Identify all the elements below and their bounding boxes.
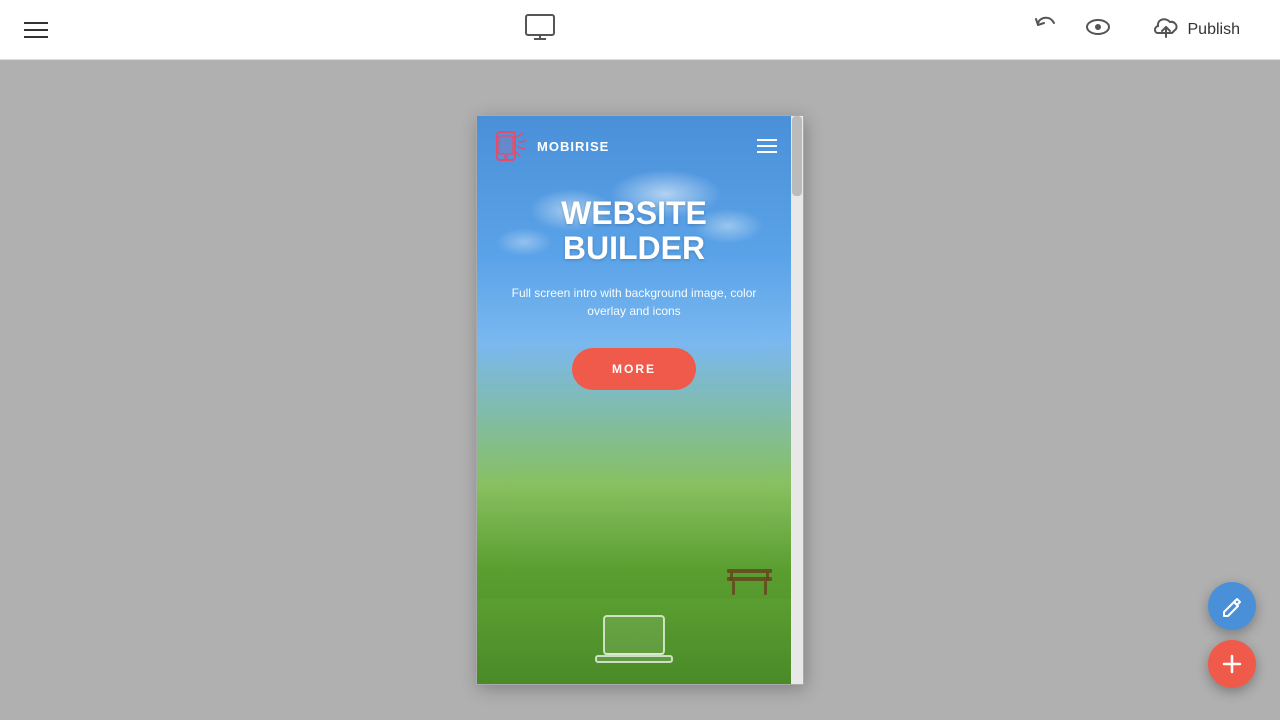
canvas-area: WEBSITE BUILDER Full screen intro with b… [0, 60, 1280, 720]
publish-label: Publish [1188, 21, 1240, 39]
preview-button[interactable] [1084, 13, 1112, 46]
hero-cta-button[interactable]: MORE [572, 348, 696, 390]
toolbar-left [24, 22, 48, 38]
preview-nav-menu[interactable] [757, 139, 777, 153]
bench-decoration [722, 559, 777, 599]
preview-bottom-section [477, 599, 791, 684]
preview-frame: WEBSITE BUILDER Full screen intro with b… [476, 115, 804, 685]
fab-add-button[interactable] [1208, 640, 1256, 688]
menu-button[interactable] [24, 22, 48, 38]
hero-title: WEBSITE BUILDER [561, 196, 707, 266]
edit-icon [1221, 595, 1243, 617]
preview-brand-name: MOBIRISE [537, 139, 609, 154]
toolbar: Publish [0, 0, 1280, 60]
mobirise-logo-icon [491, 127, 529, 165]
preview-navbar: MOBIRISE [477, 116, 791, 176]
hero-subtitle: Full screen intro with background image,… [477, 284, 791, 320]
fab-edit-button[interactable] [1208, 582, 1256, 630]
publish-cloud-icon [1152, 13, 1180, 46]
plus-icon [1221, 653, 1243, 675]
toolbar-center [524, 11, 556, 48]
monitor-icon[interactable] [524, 11, 556, 48]
laptop-outline [594, 614, 674, 669]
preview-content: WEBSITE BUILDER Full screen intro with b… [477, 116, 803, 684]
toolbar-right: Publish [1032, 5, 1256, 54]
undo-button[interactable] [1032, 13, 1060, 46]
publish-button[interactable]: Publish [1136, 5, 1256, 54]
preview-logo: MOBIRISE [491, 127, 609, 165]
